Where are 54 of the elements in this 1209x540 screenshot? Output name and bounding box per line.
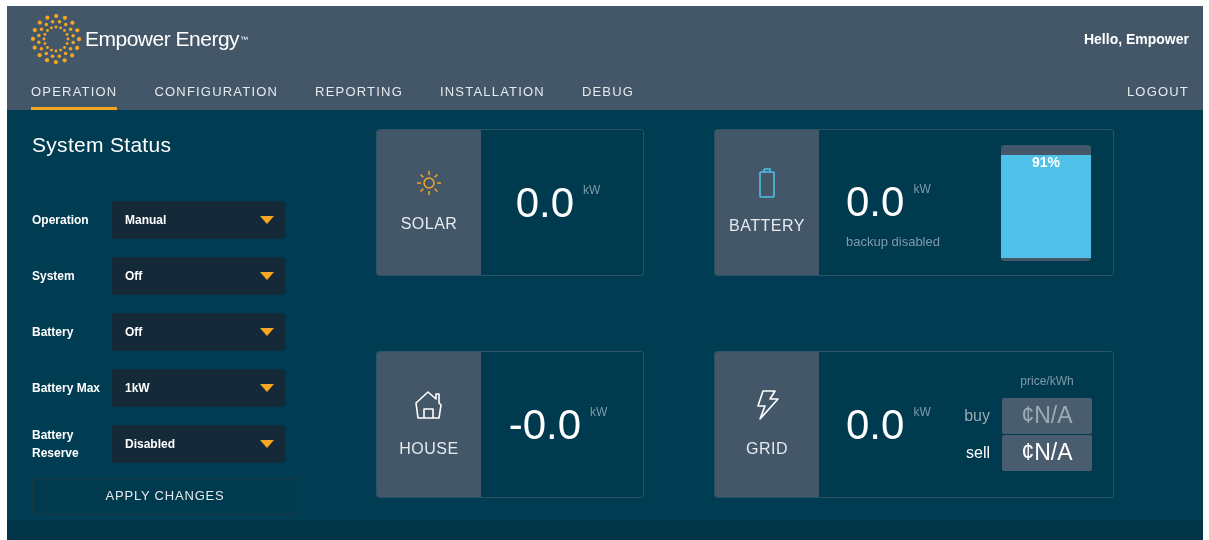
tile-label: GRID [746,438,788,459]
nav-tab[interactable]: DEBUG [581,81,635,110]
dropdown[interactable]: 1kW [112,368,285,407]
setting-label: Battery Max [32,379,102,397]
charge-percentage: 91% [1031,152,1061,172]
setting-label: Battery [32,323,75,341]
brand-name: Empower Energy$^{™}$ [85,26,248,53]
logout-link[interactable]: LOGOUT [1126,81,1189,110]
tile-label: HOUSE [399,438,459,459]
setting-label: Battery Reserve [32,426,80,462]
caret-icon [260,327,274,336]
house-icon [413,388,445,421]
tile-label: BATTERY [729,215,805,236]
dropdown-value: Off [125,267,143,285]
panel-title: System Status [32,132,173,158]
tile-label: SOLAR [400,213,458,234]
price-label: buy [964,405,990,426]
backup-status: backup disabled [846,232,940,251]
dropdown[interactable]: Off [112,312,285,351]
dropdown[interactable]: Disabled [112,424,285,463]
dropdown-value: 1kW [125,379,150,397]
sun-icon [416,169,442,196]
price-label: sell [966,442,990,463]
nav-tab[interactable]: CONFIGURATION [154,81,279,110]
caret-icon [260,215,274,224]
unit-label: kW [913,403,931,421]
unit-label: kW [583,181,601,199]
power-value: 0.0 [515,178,575,227]
setting-label: Operation [32,211,90,229]
unit-label: kW [590,403,608,421]
greeting: Hello, Empower [1083,29,1189,49]
dropdown-value: Off [125,323,143,341]
caret-icon [260,439,274,448]
unit-label: kW [913,180,931,198]
caret-icon [260,271,274,280]
price-value: ¢N/A [1002,434,1092,471]
dropdown[interactable]: Off [112,256,285,295]
battery-icon [759,167,775,198]
sun-logo-icon [31,14,81,64]
nav-tab[interactable]: INSTALLATION [439,81,545,110]
power-value: 0.0 [846,400,905,449]
apply-changes-button[interactable]: APPLY CHANGES [32,477,298,515]
dropdown-value: Manual [125,211,167,229]
nav-tab[interactable]: REPORTING [315,81,403,110]
price-value: ¢N/A [1002,397,1092,434]
dropdown[interactable]: Manual [112,200,285,239]
nav-tab[interactable]: OPERATION [31,81,118,110]
power-value: 0.0 [846,177,905,226]
lightning-icon [754,388,780,421]
price-heading: price/kWh [1019,372,1075,390]
power-value: -0.0 [508,400,581,449]
caret-icon [260,383,274,392]
setting-label: System [32,267,76,285]
dropdown-value: Disabled [125,435,175,453]
